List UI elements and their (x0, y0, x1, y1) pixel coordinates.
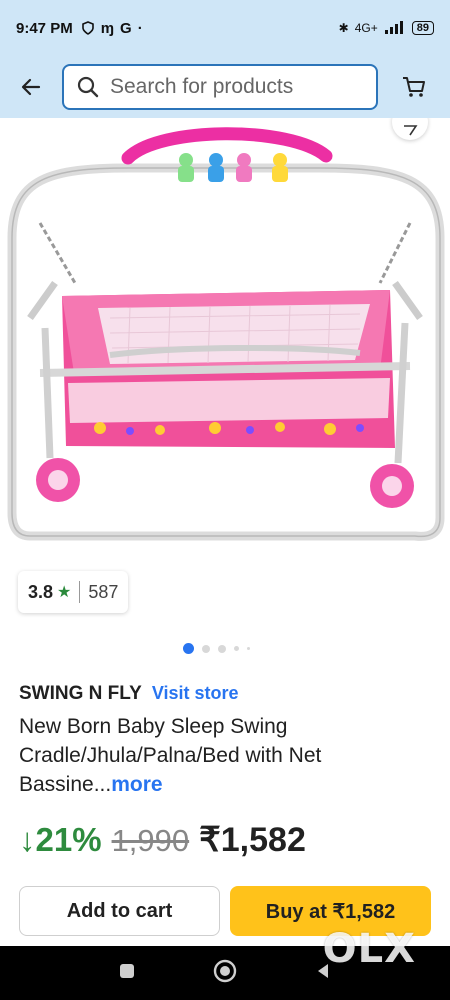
carousel-dot (234, 646, 239, 651)
product-image-carousel[interactable]: 3.8 ★ 587 (0, 118, 450, 631)
app-header: Search for products (0, 56, 450, 118)
cart-button[interactable] (378, 56, 450, 118)
olx-watermark: OLX (322, 926, 416, 972)
carousel-indicator (183, 643, 250, 654)
back-button[interactable] (0, 56, 62, 118)
price-row: ↓21% 1,990 ₹1,582 (19, 820, 306, 860)
rating-badge[interactable]: 3.8 ★ 587 (18, 571, 129, 613)
brand-name: SWING N FLY (19, 683, 142, 704)
product-title-text: New Born Baby Sleep Swing Cradle/Jhula/P… (19, 715, 322, 796)
search-input[interactable]: Search for products (62, 64, 378, 110)
carousel-dot (183, 643, 194, 654)
share-icon (404, 125, 418, 136)
network-label: 4G+ (354, 21, 378, 35)
carousel-dot (247, 647, 250, 650)
more-link[interactable]: more (111, 773, 162, 796)
rating-divider (79, 581, 81, 603)
cart-icon (403, 77, 425, 97)
brand-row: SWING N FLY Visit store (19, 683, 239, 705)
add-to-cart-button[interactable]: Add to cart (19, 886, 220, 936)
carousel-dot (218, 644, 226, 653)
selling-price: ₹1,582 (199, 821, 306, 859)
product-image (7, 127, 445, 541)
status-icons-left: ɱ G · (81, 20, 143, 37)
battery-icon: 89 (411, 21, 434, 35)
visit-store-link[interactable]: Visit store (152, 683, 239, 704)
rating-value: 3.8 (28, 581, 54, 602)
shield-icon (81, 21, 94, 35)
star-icon: ★ (57, 584, 72, 601)
square-icon (120, 963, 135, 978)
bluetooth-icon: ✱ (338, 21, 349, 35)
circle-icon (213, 959, 237, 982)
recents-button[interactable] (118, 962, 136, 985)
discount-percent: ↓21% (19, 821, 102, 858)
signal-icon (384, 21, 403, 34)
rating-count: 587 (88, 581, 119, 602)
home-button[interactable] (213, 959, 237, 988)
carousel-dot (202, 644, 210, 653)
status-bar: 9:47 PM ɱ G · ✱ 4G+ 89 (0, 0, 450, 56)
product-title: New Born Baby Sleep Swing Cradle/Jhula/P… (19, 712, 429, 799)
m-icon: ɱ (100, 19, 115, 37)
search-placeholder: Search for products (110, 75, 294, 98)
g-icon: G (120, 19, 132, 37)
status-icons-right: ✱ 4G+ 89 (339, 21, 434, 35)
status-time: 9:47 PM (16, 19, 73, 37)
original-price: 1,990 (111, 823, 190, 858)
search-icon (77, 76, 99, 98)
arrow-left-icon (21, 78, 41, 96)
dot-icon: · (137, 19, 143, 37)
